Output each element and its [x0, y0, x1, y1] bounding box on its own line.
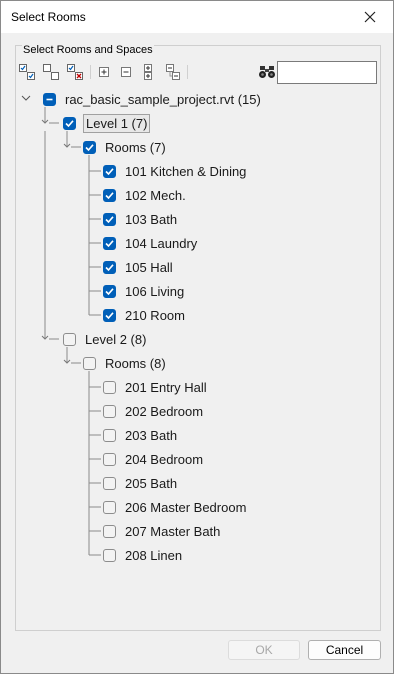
checkbox[interactable]: [103, 452, 116, 466]
checkbox[interactable]: [103, 476, 116, 490]
expand-all-icon: [144, 64, 152, 80]
checkbox[interactable]: [103, 380, 116, 394]
tree-node-label[interactable]: 202 Bedroom: [123, 403, 205, 420]
tree-root-node[interactable]: rac_basic_sample_project.rvt (15): [43, 89, 263, 109]
checkbox[interactable]: [103, 404, 116, 418]
tree-room-node[interactable]: 104 Laundry: [103, 233, 199, 253]
checkbox[interactable]: [63, 116, 76, 130]
group-label: Select Rooms and Spaces: [22, 44, 154, 56]
tree-room-node[interactable]: 101 Kitchen & Dining: [103, 161, 248, 181]
tree-room-node[interactable]: 202 Bedroom: [103, 401, 205, 421]
tree-node-label[interactable]: 102 Mech.: [123, 187, 188, 204]
tree-node-label[interactable]: Rooms (7): [103, 139, 168, 156]
tree-node-label[interactable]: Rooms (8): [103, 355, 168, 372]
tree-node-label[interactable]: 105 Hall: [123, 259, 175, 276]
uncheck-all-icon: [43, 64, 59, 80]
tree-room-node[interactable]: 105 Hall: [103, 257, 175, 277]
tree-room-node[interactable]: 102 Mech.: [103, 185, 188, 205]
tree-group-node[interactable]: Rooms (8): [83, 353, 168, 373]
tree-room-node[interactable]: 208 Linen: [103, 545, 184, 565]
check-all-button[interactable]: [18, 63, 36, 81]
tree-node-label[interactable]: 207 Master Bath: [123, 523, 222, 540]
toolbar-separator: [90, 65, 91, 79]
checkbox[interactable]: [103, 260, 116, 274]
expand-icon: [99, 67, 109, 77]
expand-all-button[interactable]: [139, 63, 157, 81]
tree-node-label[interactable]: 106 Living: [123, 283, 186, 300]
title-bar: Select Rooms: [1, 1, 393, 33]
collapse-icon: [121, 67, 131, 77]
tree-level-node[interactable]: Level 2 (8): [63, 329, 148, 349]
invert-check-icon: [67, 64, 83, 80]
collapse-all-icon: [166, 64, 180, 80]
check-all-icon: [19, 64, 35, 80]
tree-level-node[interactable]: Level 1 (7): [63, 113, 151, 133]
invert-check-button[interactable]: [66, 63, 84, 81]
tree-node-label[interactable]: 205 Bath: [123, 475, 179, 492]
collapse-all-button[interactable]: [163, 63, 181, 81]
tree-node-label[interactable]: 101 Kitchen & Dining: [123, 163, 248, 180]
checkbox[interactable]: [63, 332, 76, 346]
checkbox[interactable]: [103, 284, 116, 298]
checkbox[interactable]: [103, 548, 116, 562]
window-title: Select Rooms: [11, 10, 86, 24]
tree-room-node[interactable]: 203 Bath: [103, 425, 179, 445]
find-button[interactable]: [258, 63, 276, 81]
checkbox[interactable]: [43, 92, 56, 106]
tree-room-node[interactable]: 210 Room: [103, 305, 187, 325]
search-input[interactable]: [277, 61, 377, 84]
tree-room-node[interactable]: 207 Master Bath: [103, 521, 222, 541]
tree-room-node[interactable]: 106 Living: [103, 281, 186, 301]
cancel-button[interactable]: Cancel: [308, 640, 381, 660]
checkbox[interactable]: [103, 212, 116, 226]
tree-node-label[interactable]: 208 Linen: [123, 547, 184, 564]
checkbox[interactable]: [103, 500, 116, 514]
close-button[interactable]: [347, 1, 393, 33]
tree-node-label[interactable]: 206 Master Bedroom: [123, 499, 248, 516]
tree-node-label[interactable]: 204 Bedroom: [123, 451, 205, 468]
checkbox[interactable]: [103, 428, 116, 442]
tree-node-label[interactable]: 103 Bath: [123, 211, 179, 228]
checkbox[interactable]: [103, 164, 116, 178]
checkbox[interactable]: [83, 356, 96, 370]
checkbox[interactable]: [103, 236, 116, 250]
checkbox[interactable]: [103, 188, 116, 202]
tree-node-label[interactable]: 210 Room: [123, 307, 187, 324]
chevron-down-icon: [21, 95, 31, 101]
tree-group-node[interactable]: Rooms (7): [83, 137, 168, 157]
tree-node-label[interactable]: rac_basic_sample_project.rvt (15): [63, 91, 263, 108]
expand-button[interactable]: [95, 63, 113, 81]
tree-node-label[interactable]: Level 2 (8): [83, 331, 148, 348]
select-rooms-dialog: Select Rooms Select Rooms and Spaces rac…: [0, 0, 394, 674]
checkbox[interactable]: [103, 308, 116, 322]
tree-room-node[interactable]: 204 Bedroom: [103, 449, 205, 469]
collapse-button[interactable]: [117, 63, 135, 81]
uncheck-all-button[interactable]: [42, 63, 60, 81]
tree-node-label[interactable]: Level 1 (7): [83, 113, 151, 133]
dialog-footer: OK Cancel: [1, 633, 393, 673]
close-icon: [364, 11, 376, 23]
tree-room-node[interactable]: 103 Bath: [103, 209, 179, 229]
tree-room-node[interactable]: 206 Master Bedroom: [103, 497, 248, 517]
binoculars-icon: [259, 66, 275, 78]
toolbar-separator: [187, 65, 188, 79]
checkbox[interactable]: [83, 140, 96, 154]
ok-button[interactable]: OK: [228, 640, 300, 660]
tree-room-node[interactable]: 205 Bath: [103, 473, 179, 493]
checkbox[interactable]: [103, 524, 116, 538]
tree-room-node[interactable]: 201 Entry Hall: [103, 377, 209, 397]
tree-node-label[interactable]: 201 Entry Hall: [123, 379, 209, 396]
tree-node-label[interactable]: 203 Bath: [123, 427, 179, 444]
rooms-tree: rac_basic_sample_project.rvt (15) Level 1…: [17, 86, 379, 629]
tree-node-label[interactable]: 104 Laundry: [123, 235, 199, 252]
tree-toolbar: [18, 61, 378, 85]
